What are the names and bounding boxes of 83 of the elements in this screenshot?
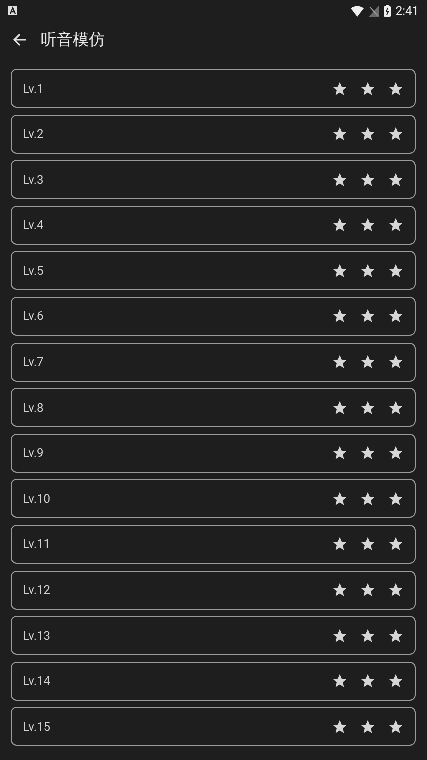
filled-star-icon bbox=[332, 445, 348, 462]
level-label: Lv.5 bbox=[23, 262, 44, 280]
filled-star-icon bbox=[388, 126, 404, 142]
filled-star-icon bbox=[360, 582, 376, 598]
level-card[interactable]: Lv.15 bbox=[11, 707, 416, 746]
filled-star-icon bbox=[360, 673, 376, 690]
level-label: Lv.8 bbox=[23, 400, 44, 417]
level-label: Lv.4 bbox=[23, 217, 44, 234]
level-card[interactable]: Lv.13 bbox=[11, 616, 416, 656]
filled-star-icon bbox=[360, 217, 376, 234]
no-signal-icon bbox=[368, 6, 379, 16]
filled-star-icon bbox=[332, 718, 348, 735]
filled-star-icon bbox=[332, 262, 348, 279]
filled-star-icon bbox=[360, 126, 376, 142]
level-card[interactable]: Lv.14 bbox=[11, 662, 416, 701]
filled-star-icon bbox=[332, 582, 348, 598]
level-card[interactable]: Lv.11 bbox=[11, 524, 416, 564]
filled-star-icon bbox=[360, 628, 376, 644]
level-label: Lv.3 bbox=[23, 172, 44, 189]
filled-star-icon bbox=[332, 673, 348, 690]
app-notification-icon bbox=[8, 6, 18, 16]
filled-star-icon bbox=[332, 400, 348, 416]
level-label: Lv.12 bbox=[23, 582, 51, 600]
status-time: 2:41 bbox=[396, 3, 419, 20]
level-card[interactable]: Lv.7 bbox=[11, 342, 416, 382]
level-card[interactable]: Lv.1 bbox=[11, 69, 416, 108]
filled-star-icon bbox=[388, 80, 404, 96]
level-label: Lv.10 bbox=[23, 490, 51, 508]
filled-star-icon bbox=[388, 673, 404, 690]
back-button[interactable] bbox=[12, 32, 28, 48]
level-card[interactable]: Lv.3 bbox=[11, 160, 416, 200]
filled-star-icon bbox=[332, 354, 348, 370]
filled-star-icon bbox=[332, 217, 348, 234]
level-label: Lv.9 bbox=[23, 445, 44, 462]
filled-star-icon bbox=[360, 718, 376, 735]
level-card[interactable]: Lv.5 bbox=[11, 251, 416, 290]
filled-star-icon bbox=[360, 80, 376, 96]
level-label: Lv.14 bbox=[23, 673, 51, 690]
filled-star-icon bbox=[388, 172, 404, 188]
level-label: Lv.11 bbox=[23, 536, 51, 554]
level-card[interactable]: Lv.9 bbox=[11, 434, 416, 473]
wifi-icon bbox=[350, 6, 364, 16]
filled-star-icon bbox=[388, 536, 404, 552]
filled-star-icon bbox=[388, 445, 404, 462]
filled-star-icon bbox=[388, 718, 404, 735]
level-label: Lv.6 bbox=[23, 308, 44, 326]
filled-star-icon bbox=[332, 172, 348, 188]
level-card[interactable]: Lv.6 bbox=[11, 296, 416, 336]
level-label: Lv.7 bbox=[23, 354, 44, 372]
page-title: 听音模仿 bbox=[41, 29, 105, 51]
filled-star-icon bbox=[388, 308, 404, 324]
filled-star-icon bbox=[388, 262, 404, 279]
level-card[interactable]: Lv.10 bbox=[11, 479, 416, 518]
level-card[interactable]: Lv.12 bbox=[11, 570, 416, 610]
level-label: Lv.13 bbox=[23, 628, 51, 645]
filled-star-icon bbox=[388, 490, 404, 507]
filled-star-icon bbox=[360, 308, 376, 324]
level-label: Lv.15 bbox=[23, 718, 51, 736]
filled-star-icon bbox=[360, 445, 376, 462]
filled-star-icon bbox=[360, 490, 376, 507]
filled-star-icon bbox=[332, 628, 348, 644]
filled-star-icon bbox=[388, 582, 404, 598]
filled-star-icon bbox=[360, 354, 376, 370]
filled-star-icon bbox=[360, 536, 376, 552]
back-arrow-icon bbox=[13, 33, 27, 47]
filled-star-icon bbox=[332, 308, 348, 324]
level-card[interactable]: Lv.4 bbox=[11, 206, 416, 245]
filled-star-icon bbox=[388, 354, 404, 370]
filled-star-icon bbox=[360, 172, 376, 188]
battery-icon bbox=[384, 5, 391, 17]
filled-star-icon bbox=[332, 536, 348, 552]
level-card[interactable]: Lv.8 bbox=[11, 388, 416, 428]
filled-star-icon bbox=[332, 126, 348, 142]
filled-star-icon bbox=[360, 400, 376, 416]
filled-star-icon bbox=[332, 80, 348, 96]
filled-star-icon bbox=[388, 400, 404, 416]
level-card[interactable]: Lv.2 bbox=[11, 114, 416, 154]
filled-star-icon bbox=[388, 217, 404, 234]
filled-star-icon bbox=[332, 490, 348, 507]
level-label: Lv.2 bbox=[23, 126, 44, 144]
level-label: Lv.1 bbox=[23, 80, 44, 98]
filled-star-icon bbox=[360, 262, 376, 279]
filled-star-icon bbox=[388, 628, 404, 644]
